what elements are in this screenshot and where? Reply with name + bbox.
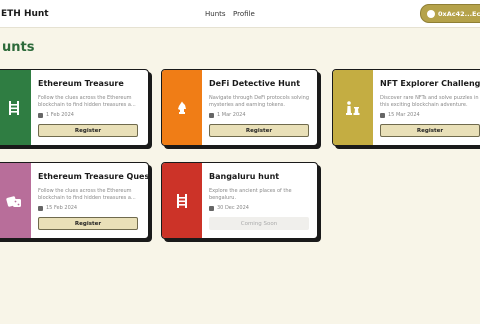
card-date: 15 Feb 2024 bbox=[38, 205, 77, 211]
card-date: 30 Dec 2024 bbox=[209, 205, 249, 211]
calendar-icon bbox=[38, 112, 43, 118]
card-description: Navigate through DeFi protocols solving … bbox=[209, 95, 310, 108]
calendar-icon bbox=[209, 112, 214, 118]
card-description: Follow the clues across the Ethereum blo… bbox=[38, 188, 136, 201]
card-date-text: 1 Feb 2024 bbox=[46, 112, 74, 118]
card-date: 1 Mar 2024 bbox=[209, 112, 246, 118]
card-date-text: 15 Feb 2024 bbox=[46, 205, 78, 211]
card-title: Ethereum Treasure Quest bbox=[38, 172, 149, 181]
calendar-icon bbox=[209, 205, 214, 211]
hunt-card: Ethereum Treasure Follow the clues acros… bbox=[0, 69, 149, 146]
page-title: unts bbox=[2, 40, 35, 55]
card-date-text: 15 Mar 2024 bbox=[388, 112, 420, 118]
card-description: Discover rare NFTs and solve puzzles in … bbox=[380, 95, 479, 108]
register-button[interactable]: Register bbox=[38, 124, 138, 137]
calendar-icon bbox=[38, 205, 43, 211]
card-title: NFT Explorer Challenge bbox=[380, 79, 480, 88]
wallet-button[interactable]: 0xAc42...Ec bbox=[420, 4, 480, 23]
brand-logo[interactable]: ETH Hunt bbox=[1, 9, 49, 19]
chess-knight-icon bbox=[176, 101, 188, 115]
card-date-text: 30 Dec 2024 bbox=[217, 205, 249, 211]
hunt-card: Bangaluru hunt Explore the ancient place… bbox=[161, 162, 318, 239]
card-color-panel bbox=[162, 163, 202, 238]
dice-icon bbox=[6, 194, 22, 208]
calendar-icon bbox=[380, 112, 385, 118]
nav-link-hunts[interactable]: Hunts bbox=[205, 10, 226, 18]
card-title: DeFi Detective Hunt bbox=[209, 79, 301, 88]
register-button[interactable]: Register bbox=[209, 124, 309, 137]
card-color-panel bbox=[0, 70, 31, 145]
card-description: Explore the ancient places of the bengal… bbox=[209, 188, 292, 201]
card-title: Bangaluru hunt bbox=[209, 172, 280, 181]
top-navbar: ETH Hunt Hunts Profile 0xAc42...Ec bbox=[0, 0, 480, 28]
card-date: 15 Mar 2024 bbox=[380, 112, 420, 118]
card-date-text: 1 Mar 2024 bbox=[217, 112, 246, 118]
ladder-icon bbox=[8, 100, 20, 115]
card-color-panel bbox=[162, 70, 202, 145]
hunt-card: NFT Explorer Challenge Discover rare NFT… bbox=[332, 69, 480, 146]
nav-link-profile[interactable]: Profile bbox=[233, 10, 255, 18]
card-color-panel bbox=[0, 163, 31, 238]
card-title: Ethereum Treasure bbox=[38, 79, 124, 88]
hunt-card: DeFi Detective Hunt Navigate through DeF… bbox=[161, 69, 318, 146]
hunt-card: Ethereum Treasure Quest Follow the clues… bbox=[0, 162, 149, 239]
coming-soon-button[interactable]: Coming Soon bbox=[209, 217, 309, 230]
register-button[interactable]: Register bbox=[38, 217, 138, 230]
card-color-panel bbox=[333, 70, 373, 145]
wallet-avatar-icon bbox=[427, 10, 435, 18]
register-button[interactable]: Register bbox=[380, 124, 480, 137]
ladder-icon bbox=[176, 193, 188, 208]
card-description: Follow the clues across the Ethereum blo… bbox=[38, 95, 136, 108]
wallet-address: 0xAc42...Ec bbox=[438, 10, 480, 18]
chess-pieces-icon bbox=[345, 100, 361, 115]
card-date: 1 Feb 2024 bbox=[38, 112, 74, 118]
